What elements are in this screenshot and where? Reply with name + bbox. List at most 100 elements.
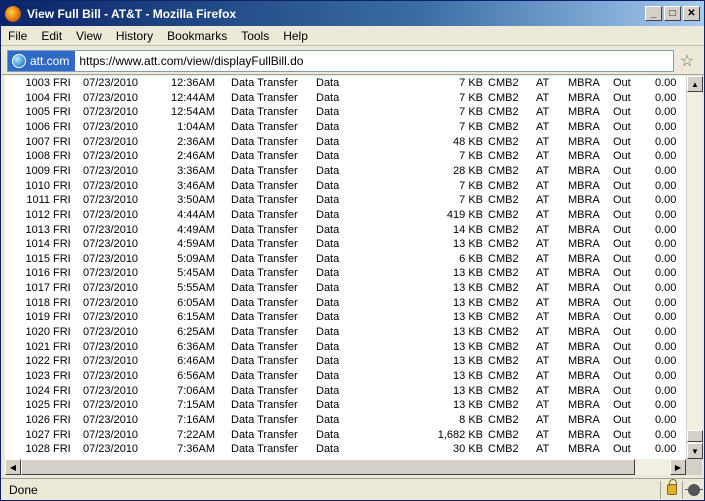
table-row: 1008 FRI 07/23/2010 2:46AM Data Transfer Data… (5, 149, 686, 163)
scroll-up-button[interactable]: ▲ (687, 76, 703, 92)
maximize-button[interactable]: □ (664, 6, 681, 21)
table-row: 1017 FRI 07/23/2010 5:55AM Data Transfer Data… (5, 281, 686, 295)
cell-day: FRI (53, 150, 71, 163)
table-row: 1016 FRI 07/23/2010 5:45AM Data Transfer Data… (5, 266, 686, 280)
cell-cat: Data (316, 384, 340, 397)
cell-date: 07/23/2010 (83, 164, 139, 177)
menu-history[interactable]: History (109, 29, 160, 43)
site-identity-label: att.com (30, 53, 70, 68)
cell-dir: Out (613, 282, 631, 295)
cell-net: CMB2 (488, 384, 519, 397)
menu-file[interactable]: File (1, 29, 34, 43)
cell-num: 1018 (25, 296, 50, 309)
minimize-button[interactable]: _ (645, 6, 662, 21)
security-indicator[interactable] (660, 479, 682, 499)
cell-day: FRI (53, 238, 71, 251)
vertical-scrollbar[interactable]: ▲ ▼ (686, 76, 703, 459)
star-icon[interactable]: ☆ (676, 50, 698, 72)
cell-cat: Data (316, 267, 340, 280)
vertical-scroll-thumb[interactable] (687, 430, 703, 442)
cell-plan: MBRA (568, 267, 600, 280)
menu-tools[interactable]: Tools (234, 29, 276, 43)
cell-carrier: AT (536, 384, 550, 397)
cell-size: 13 KB (453, 340, 483, 353)
cell-plan: MBRA (568, 370, 600, 382)
cell-size: 13 KB (453, 296, 483, 309)
cell-type: Data Transfer (231, 252, 298, 265)
scroll-down-button[interactable]: ▼ (687, 443, 703, 459)
cell-time: 6:46AM (177, 355, 215, 368)
cell-time: 7:16AM (177, 413, 215, 426)
cell-net: CMB2 (488, 223, 519, 236)
cell-size: 48 KB (453, 135, 483, 148)
cell-time: 3:50AM (177, 194, 215, 207)
table-row: 1013 FRI 07/23/2010 4:49AM Data Transfer Data… (5, 223, 686, 237)
cell-dir: Out (613, 267, 631, 280)
cell-type: Data Transfer (231, 135, 298, 148)
addon-indicator[interactable] (682, 480, 704, 499)
menu-help[interactable]: Help (276, 29, 315, 43)
cell-type: Data Transfer (231, 77, 298, 89)
cell-date: 07/23/2010 (83, 428, 139, 441)
cell-amt: 0.00 (655, 443, 677, 456)
url-text[interactable]: https://www.att.com/view/displayFullBill… (79, 54, 303, 68)
cell-dir: Out (613, 384, 631, 397)
table-row: 1018 FRI 07/23/2010 6:05AM Data Transfer Data… (5, 296, 686, 310)
cell-carrier: AT (536, 179, 550, 192)
cell-carrier: AT (536, 194, 550, 207)
horizontal-scrollbar[interactable]: ◀ ▶ (5, 459, 686, 475)
cell-date: 07/23/2010 (83, 179, 139, 192)
cell-plan: MBRA (568, 443, 600, 456)
cell-net: CMB2 (488, 428, 519, 441)
cell-amt: 0.00 (655, 106, 677, 119)
close-button[interactable]: ✕ (683, 6, 700, 21)
url-bar[interactable]: att.com https://www.att.com/view/display… (7, 49, 674, 72)
cell-plan: MBRA (568, 77, 600, 89)
cell-size: 7 KB (459, 179, 483, 192)
cell-plan: MBRA (568, 399, 600, 412)
cell-cat: Data (316, 311, 340, 324)
cell-size: 13 KB (453, 399, 483, 412)
cell-dir: Out (613, 296, 631, 309)
cell-time: 7:15AM (177, 399, 215, 412)
cell-plan: MBRA (568, 413, 600, 426)
menu-view[interactable]: View (69, 29, 109, 43)
menu-edit[interactable]: Edit (34, 29, 69, 43)
cell-time: 12:36AM (170, 77, 215, 89)
cell-date: 07/23/2010 (83, 150, 139, 163)
cell-size: 13 KB (453, 384, 483, 397)
cell-plan: MBRA (568, 384, 600, 397)
cell-plan: MBRA (568, 106, 600, 119)
cell-date: 07/23/2010 (83, 208, 139, 221)
cell-cat: Data (316, 252, 340, 265)
cell-cat: Data (316, 370, 340, 382)
horizontal-scroll-thumb[interactable] (21, 459, 635, 475)
site-identity-button[interactable]: att.com (8, 50, 76, 71)
cell-num: 1008 (25, 150, 50, 163)
menu-bookmarks[interactable]: Bookmarks (160, 29, 234, 43)
cell-amt: 0.00 (655, 135, 677, 148)
cell-date: 07/23/2010 (83, 340, 139, 353)
scroll-left-button[interactable]: ◀ (5, 459, 21, 475)
cell-plan: MBRA (568, 120, 600, 133)
cell-time: 6:05AM (177, 296, 215, 309)
cell-num: 1025 (25, 399, 50, 412)
cell-type: Data Transfer (231, 296, 298, 309)
cell-num: 1010 (25, 179, 50, 192)
cell-num: 1006 (25, 120, 50, 133)
cell-size: 6 KB (459, 252, 483, 265)
cell-net: CMB2 (488, 326, 519, 339)
cell-cat: Data (316, 238, 340, 251)
cell-plan: MBRA (568, 340, 600, 353)
cell-plan: MBRA (568, 135, 600, 148)
table-row: 1028 FRI 07/23/2010 7:36AM Data Transfer Data… (5, 442, 686, 456)
scroll-right-button[interactable]: ▶ (670, 459, 686, 475)
cell-size: 419 KB (446, 208, 483, 221)
cell-cat: Data (316, 120, 340, 133)
table-row: 1005 FRI 07/23/2010 12:54AM Data Transfer Dat… (5, 105, 686, 119)
cell-day: FRI (53, 179, 71, 192)
cell-amt: 0.00 (655, 340, 677, 353)
cell-day: FRI (53, 120, 71, 133)
cell-amt: 0.00 (655, 164, 677, 177)
cell-time: 6:15AM (177, 311, 215, 324)
